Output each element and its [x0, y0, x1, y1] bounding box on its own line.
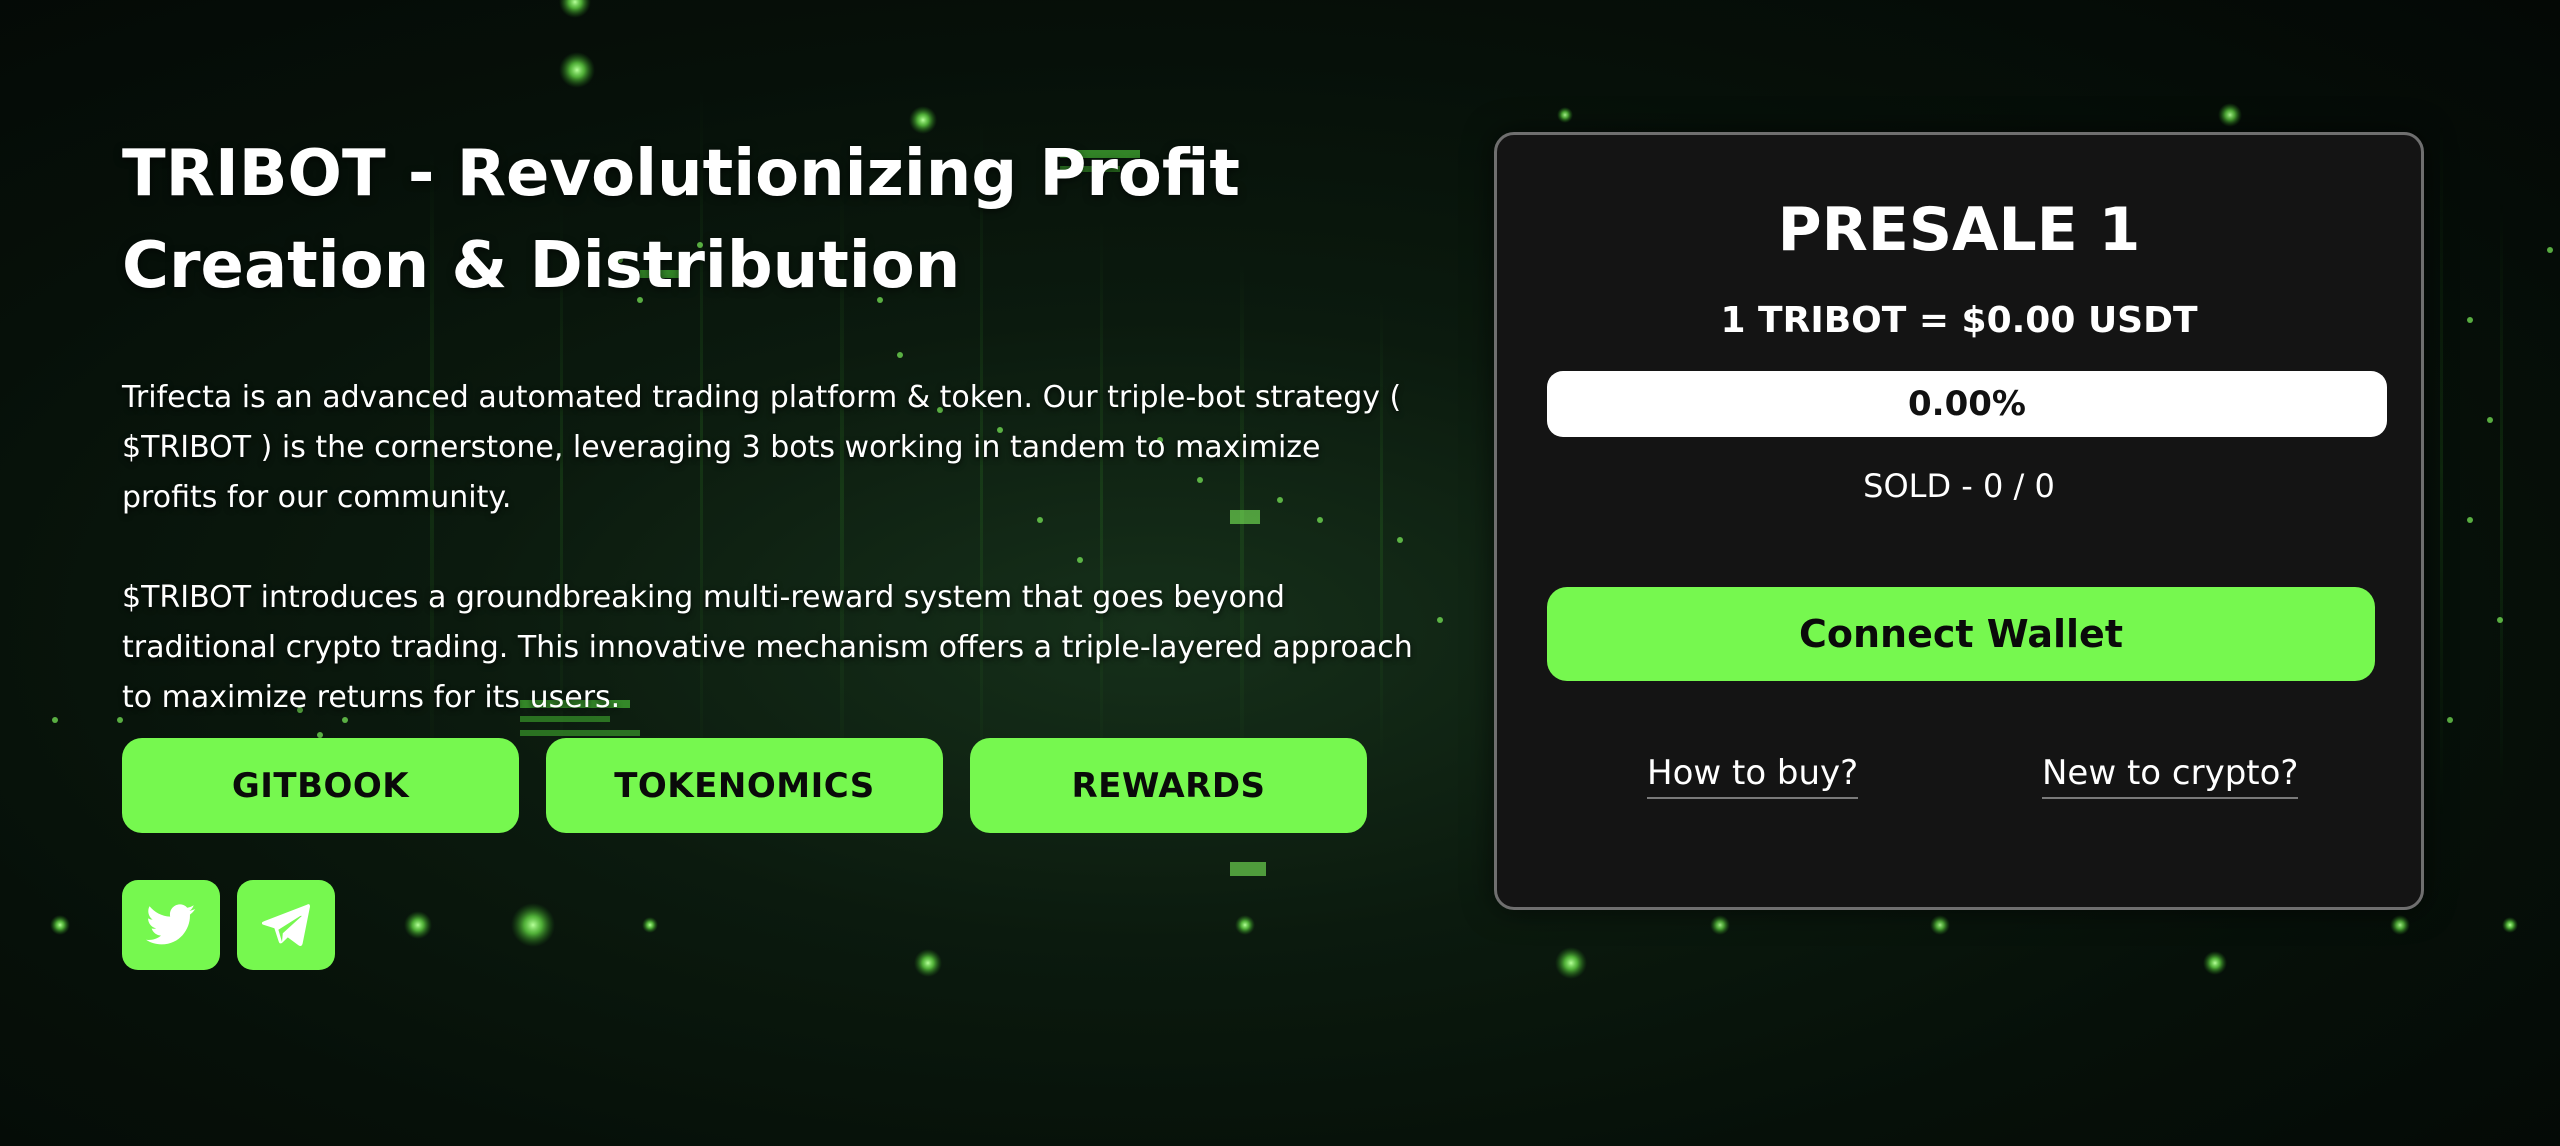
intro-paragraph: Trifecta is an advanced automated tradin… — [122, 380, 1402, 515]
presale-card: PRESALE 1 1 TRIBOT = $0.00 USDT 0.00% SO… — [1494, 132, 2424, 910]
reward-paragraph: $TRIBOT introduces a groundbreaking mult… — [122, 580, 1413, 715]
presale-progress-bar: 0.00% — [1547, 371, 2387, 437]
hero-section: TRIBOT - Revolutionizing Profit Creation… — [122, 128, 1422, 970]
sold-count: SOLD - 0 / 0 — [1863, 467, 2055, 505]
new-to-crypto-link[interactable]: New to crypto? — [2042, 753, 2299, 799]
telegram-button[interactable] — [237, 880, 335, 970]
presale-title: PRESALE 1 — [1777, 195, 2141, 265]
token-price: 1 TRIBOT = $0.00 USDT — [1720, 300, 2198, 341]
progress-label: 0.00% — [1908, 384, 2026, 424]
twitter-button[interactable] — [122, 880, 220, 970]
hero-button-row: GITBOOK TOKENOMICS REWARDS — [122, 738, 1367, 833]
how-to-buy-link[interactable]: How to buy? — [1647, 753, 1859, 799]
twitter-icon — [146, 904, 196, 945]
page-title: TRIBOT - Revolutionizing Profit Creation… — [122, 137, 1240, 303]
gitbook-button[interactable]: GITBOOK — [122, 738, 519, 833]
rewards-button[interactable]: REWARDS — [970, 738, 1367, 833]
tokenomics-button[interactable]: TOKENOMICS — [546, 738, 943, 833]
connect-wallet-button[interactable]: Connect Wallet — [1547, 587, 2375, 681]
social-links — [122, 880, 335, 970]
telegram-icon — [262, 904, 310, 946]
